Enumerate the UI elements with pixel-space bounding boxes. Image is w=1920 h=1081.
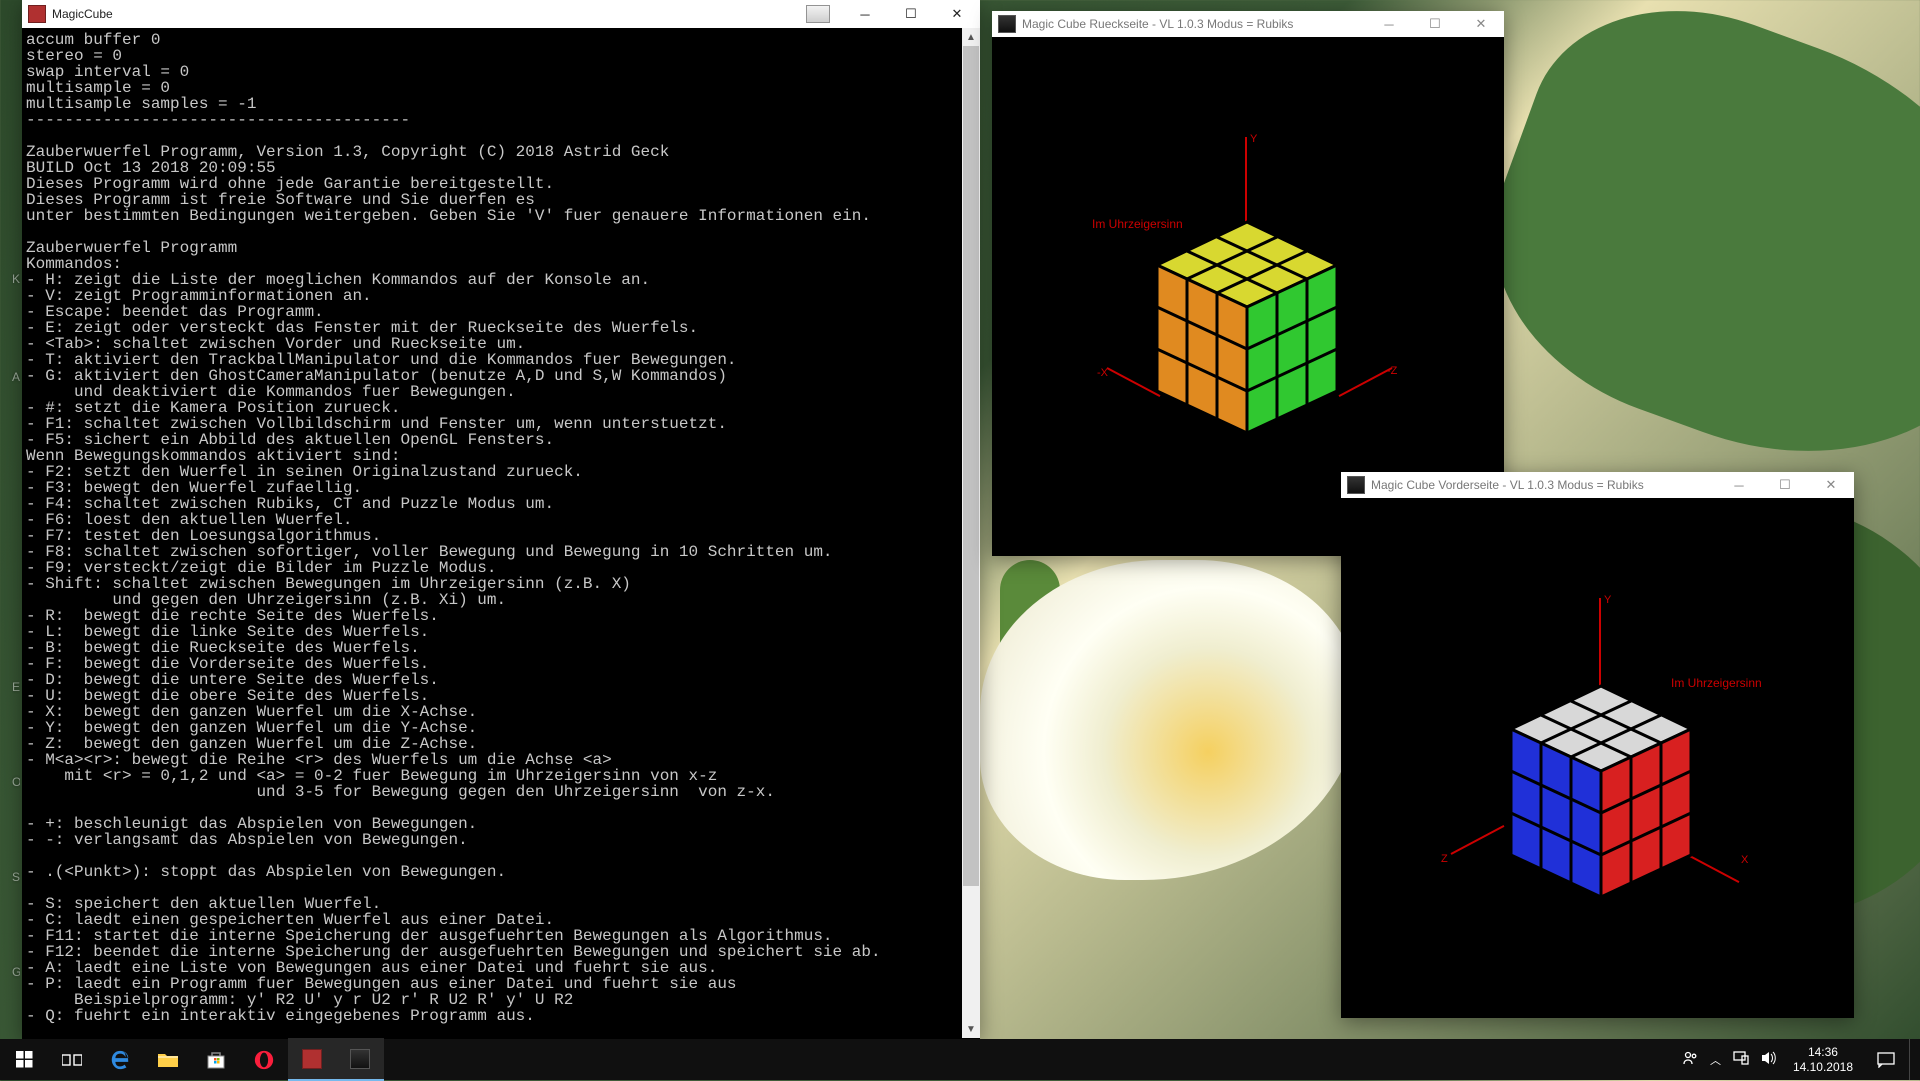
titlebar-extra-icon[interactable] bbox=[806, 5, 830, 23]
start-button[interactable] bbox=[0, 1039, 48, 1080]
task-view-icon bbox=[62, 1052, 82, 1068]
clock-time: 14:36 bbox=[1793, 1045, 1853, 1060]
cube-svg bbox=[1341, 498, 1854, 1018]
scrollbar-down-arrow[interactable]: ▼ bbox=[962, 1020, 980, 1038]
system-tray[interactable]: ︿ 14:36 14.10.2018 bbox=[1676, 1039, 1920, 1080]
file-explorer-button[interactable] bbox=[144, 1039, 192, 1080]
app-icon bbox=[1347, 476, 1365, 494]
maximize-button[interactable]: ☐ bbox=[1762, 471, 1808, 499]
people-icon[interactable] bbox=[1676, 1050, 1704, 1069]
task-view-button[interactable] bbox=[48, 1039, 96, 1080]
window-title: Magic Cube Rueckseite - VL 1.0.3 Modus =… bbox=[1022, 17, 1293, 31]
desktop-icon-label: G bbox=[12, 965, 20, 979]
desktop-icon-label: O bbox=[12, 775, 20, 789]
maximize-button[interactable]: ☐ bbox=[1412, 10, 1458, 38]
edge-icon bbox=[109, 1049, 131, 1071]
desktop-icon-label: A bbox=[12, 370, 20, 384]
network-icon[interactable] bbox=[1727, 1051, 1755, 1068]
frontside-viewport[interactable]: Im Uhrzeigersinn Y X Z bbox=[1341, 498, 1854, 1018]
frontside-window[interactable]: Magic Cube Vorderseite - VL 1.0.3 Modus … bbox=[1341, 472, 1854, 1018]
wallpaper-flower bbox=[980, 560, 1360, 880]
console-titlebar[interactable]: MagicCube ─ ☐ ✕ bbox=[22, 0, 980, 28]
opera-button[interactable] bbox=[240, 1039, 288, 1080]
frontside-titlebar[interactable]: Magic Cube Vorderseite - VL 1.0.3 Modus … bbox=[1341, 472, 1854, 498]
action-center-button[interactable] bbox=[1863, 1039, 1909, 1080]
window-title: MagicCube bbox=[52, 7, 113, 21]
close-button[interactable]: ✕ bbox=[1458, 10, 1504, 38]
taskbar[interactable]: ︿ 14:36 14.10.2018 bbox=[0, 1039, 1920, 1080]
clock-date: 14.10.2018 bbox=[1793, 1060, 1853, 1075]
edge-button[interactable] bbox=[96, 1039, 144, 1080]
maximize-button[interactable]: ☐ bbox=[888, 0, 934, 28]
store-icon bbox=[206, 1050, 226, 1070]
taskbar-clock[interactable]: 14:36 14.10.2018 bbox=[1783, 1045, 1863, 1075]
app-icon bbox=[350, 1049, 370, 1069]
volume-icon[interactable] bbox=[1755, 1051, 1783, 1068]
minimize-button[interactable]: ─ bbox=[1716, 471, 1762, 499]
magiccube-console-taskbar-button[interactable] bbox=[288, 1038, 336, 1081]
store-button[interactable] bbox=[192, 1039, 240, 1080]
magiccube-gl-taskbar-button[interactable] bbox=[336, 1038, 384, 1081]
minimize-button[interactable]: ─ bbox=[842, 0, 888, 28]
wallpaper-leaf bbox=[1447, 0, 1920, 517]
minimize-button[interactable]: ─ bbox=[1366, 10, 1412, 38]
desktop-icon-label: E bbox=[12, 680, 20, 694]
close-button[interactable]: ✕ bbox=[934, 0, 980, 28]
notification-icon bbox=[1877, 1052, 1895, 1068]
app-icon bbox=[302, 1049, 322, 1069]
desktop-icon-label: K bbox=[12, 272, 20, 286]
folder-icon bbox=[157, 1051, 179, 1069]
console-window[interactable]: MagicCube ─ ☐ ✕ accum buffer 0 stereo = … bbox=[22, 0, 980, 1039]
close-button[interactable]: ✕ bbox=[1808, 471, 1854, 499]
window-title: Magic Cube Vorderseite - VL 1.0.3 Modus … bbox=[1371, 478, 1644, 492]
console-output[interactable]: accum buffer 0 stereo = 0 swap interval … bbox=[22, 28, 980, 1046]
show-desktop-button[interactable] bbox=[1909, 1039, 1916, 1080]
desktop-icon-label: S bbox=[12, 870, 20, 884]
app-icon bbox=[28, 5, 46, 23]
app-icon bbox=[998, 15, 1016, 33]
console-scrollbar[interactable]: ▲ ▼ bbox=[962, 28, 980, 1038]
tray-overflow-icon[interactable]: ︿ bbox=[1704, 1052, 1727, 1068]
opera-icon bbox=[253, 1049, 275, 1071]
scrollbar-thumb[interactable] bbox=[963, 46, 979, 886]
scrollbar-up-arrow[interactable]: ▲ bbox=[962, 28, 980, 46]
windows-icon bbox=[16, 1051, 33, 1068]
backside-titlebar[interactable]: Magic Cube Rueckseite - VL 1.0.3 Modus =… bbox=[992, 11, 1504, 37]
